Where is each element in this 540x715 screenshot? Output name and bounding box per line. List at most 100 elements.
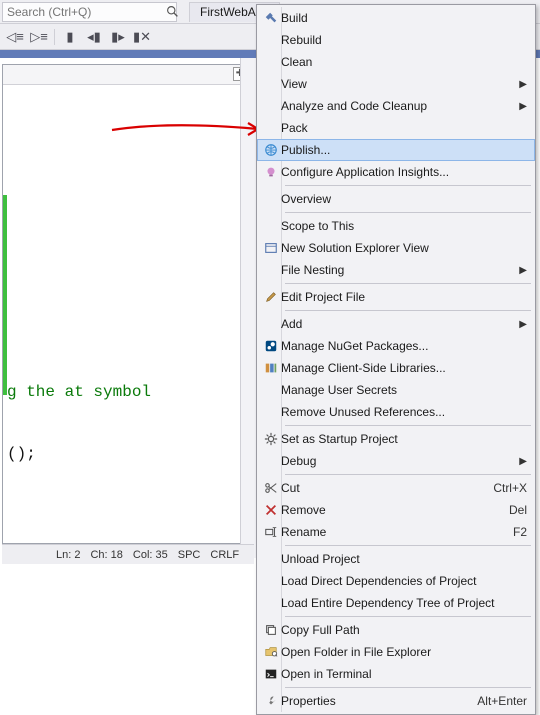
separator <box>54 29 55 45</box>
menu-separator <box>285 283 531 284</box>
menu-item-load-entire-dependency-tree-of-project[interactable]: Load Entire Dependency Tree of Project <box>257 592 535 614</box>
submenu-arrow-icon: ▶ <box>519 319 527 330</box>
terminal-icon <box>261 666 281 682</box>
hammer-icon <box>261 10 281 26</box>
status-spc: SPC <box>178 549 201 561</box>
search-icon[interactable] <box>166 5 179 18</box>
next-bookmark-icon[interactable]: ▮▸ <box>109 28 127 46</box>
menu-item-label: Set as Startup Project <box>281 432 527 446</box>
prev-bookmark-icon[interactable]: ◂▮ <box>85 28 103 46</box>
menu-item-label: Rebuild <box>281 33 527 47</box>
bookmark-icon[interactable]: ▮ <box>61 28 79 46</box>
blank-icon <box>261 54 281 70</box>
submenu-arrow-icon: ▶ <box>519 456 527 467</box>
submenu-arrow-icon: ▶ <box>519 79 527 90</box>
menu-item-pack[interactable]: Pack <box>257 117 535 139</box>
blank-icon <box>261 573 281 589</box>
menu-item-copy-full-path[interactable]: Copy Full Path <box>257 619 535 641</box>
blank-icon <box>261 382 281 398</box>
menu-item-build[interactable]: Build <box>257 7 535 29</box>
indent-icon[interactable]: ▷≡ <box>30 28 48 46</box>
menu-item-overview[interactable]: Overview <box>257 188 535 210</box>
menu-item-remove[interactable]: RemoveDel <box>257 499 535 521</box>
blank-icon <box>261 218 281 234</box>
menu-item-properties[interactable]: PropertiesAlt+Enter <box>257 690 535 712</box>
globe-icon <box>261 142 281 158</box>
menu-item-label: Manage User Secrets <box>281 383 527 397</box>
menu-item-manage-client-side-libraries[interactable]: Manage Client-Side Libraries... <box>257 357 535 379</box>
gear-icon <box>261 431 281 447</box>
menu-item-unload-project[interactable]: Unload Project <box>257 548 535 570</box>
menu-item-remove-unused-references[interactable]: Remove Unused References... <box>257 401 535 423</box>
blank-icon <box>261 262 281 278</box>
menu-item-label: Build <box>281 11 527 25</box>
menu-item-open-folder-in-file-explorer[interactable]: Open Folder in File Explorer <box>257 641 535 663</box>
menu-item-clean[interactable]: Clean <box>257 51 535 73</box>
clear-bookmarks-icon[interactable]: ▮✕ <box>133 28 151 46</box>
outdent-icon[interactable]: ◁≡ <box>6 28 24 46</box>
menu-shortcut: Ctrl+X <box>493 481 527 495</box>
menu-item-label: Unload Project <box>281 552 527 566</box>
blank-icon <box>261 404 281 420</box>
menu-item-configure-application-insights[interactable]: Configure Application Insights... <box>257 161 535 183</box>
search-box[interactable] <box>2 2 177 22</box>
bulb-icon <box>261 164 281 180</box>
menu-item-rebuild[interactable]: Rebuild <box>257 29 535 51</box>
status-ln: Ln: 2 <box>56 549 80 561</box>
menu-separator <box>285 474 531 475</box>
nuget-icon <box>261 338 281 354</box>
submenu-arrow-icon: ▶ <box>519 265 527 276</box>
menu-item-analyze-and-code-cleanup[interactable]: Analyze and Code Cleanup▶ <box>257 95 535 117</box>
menu-item-label: Remove Unused References... <box>281 405 527 419</box>
menu-item-label: Rename <box>281 525 513 539</box>
menu-item-label: File Nesting <box>281 263 519 277</box>
menu-item-add[interactable]: Add▶ <box>257 313 535 335</box>
blank-icon <box>261 32 281 48</box>
x-icon <box>261 502 281 518</box>
window-icon <box>261 240 281 256</box>
menu-item-label: Add <box>281 317 519 331</box>
editor-line-code: (); <box>7 445 36 463</box>
menu-item-scope-to-this[interactable]: Scope to This <box>257 215 535 237</box>
scissors-icon <box>261 480 281 496</box>
editor-frame: ✚ ▲ g the at symbol (); <box>2 64 252 544</box>
menu-item-label: View <box>281 77 519 91</box>
menu-item-label: Open Folder in File Explorer <box>281 645 527 659</box>
blank-icon <box>261 98 281 114</box>
menu-item-label: Open in Terminal <box>281 667 527 681</box>
menu-item-rename[interactable]: RenameF2 <box>257 521 535 543</box>
menu-item-manage-user-secrets[interactable]: Manage User Secrets <box>257 379 535 401</box>
change-marker <box>3 195 7 395</box>
copy-icon <box>261 622 281 638</box>
menu-item-label: Properties <box>281 694 477 708</box>
menu-shortcut: Alt+Enter <box>477 694 527 708</box>
status-col: Col: 35 <box>133 549 168 561</box>
menu-item-label: Remove <box>281 503 509 517</box>
submenu-arrow-icon: ▶ <box>519 101 527 112</box>
menu-item-label: New Solution Explorer View <box>281 241 527 255</box>
search-input[interactable] <box>3 5 166 19</box>
menu-item-load-direct-dependencies-of-project[interactable]: Load Direct Dependencies of Project <box>257 570 535 592</box>
rename-icon <box>261 524 281 540</box>
menu-item-view[interactable]: View▶ <box>257 73 535 95</box>
menu-item-manage-nuget-packages[interactable]: Manage NuGet Packages... <box>257 335 535 357</box>
wrench-icon <box>261 693 281 709</box>
menu-item-set-as-startup-project[interactable]: Set as Startup Project <box>257 428 535 450</box>
menu-item-open-in-terminal[interactable]: Open in Terminal <box>257 663 535 685</box>
menu-item-publish[interactable]: Publish... <box>257 139 535 161</box>
menu-item-cut[interactable]: CutCtrl+X <box>257 477 535 499</box>
menu-item-label: Cut <box>281 481 493 495</box>
menu-item-label: Edit Project File <box>281 290 527 304</box>
blank-icon <box>261 120 281 136</box>
blank-icon <box>261 191 281 207</box>
editor-line-comment: g the at symbol <box>7 383 151 401</box>
blank-icon <box>261 453 281 469</box>
menu-item-label: Debug <box>281 454 519 468</box>
context-menu[interactable]: BuildRebuildCleanView▶Analyze and Code C… <box>256 4 536 715</box>
menu-item-file-nesting[interactable]: File Nesting▶ <box>257 259 535 281</box>
menu-item-debug[interactable]: Debug▶ <box>257 450 535 472</box>
menu-shortcut: F2 <box>513 525 527 539</box>
menu-separator <box>285 616 531 617</box>
menu-item-new-solution-explorer-view[interactable]: New Solution Explorer View <box>257 237 535 259</box>
menu-item-edit-project-file[interactable]: Edit Project File <box>257 286 535 308</box>
